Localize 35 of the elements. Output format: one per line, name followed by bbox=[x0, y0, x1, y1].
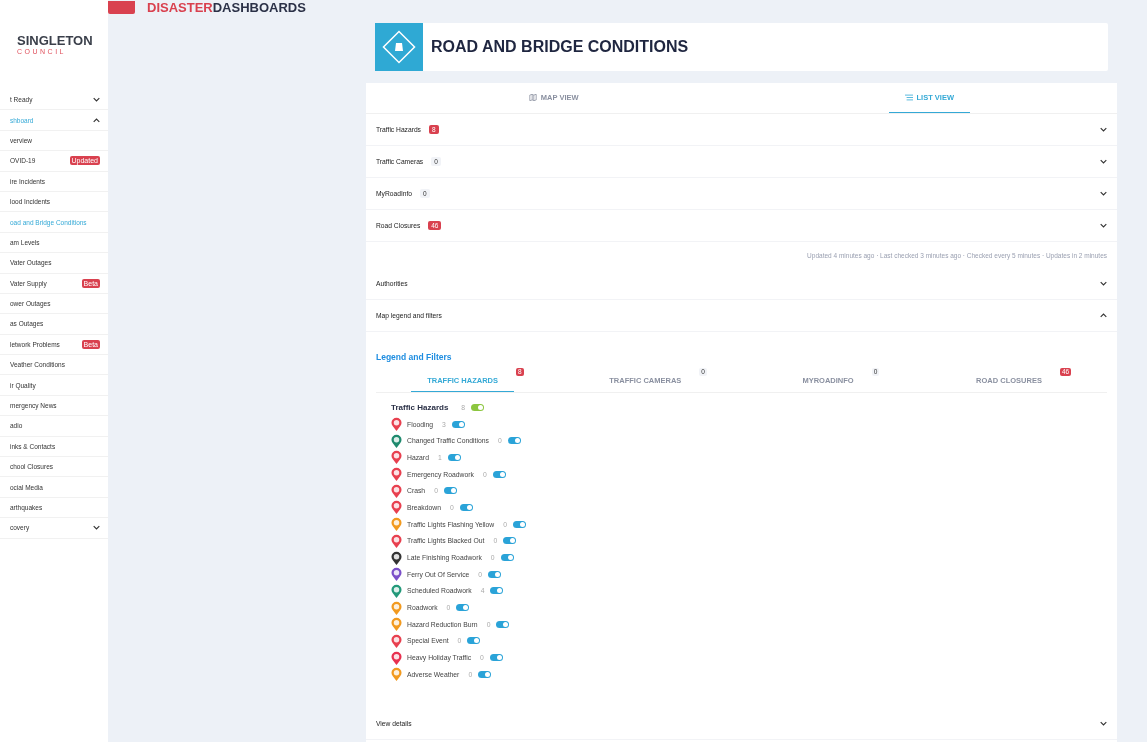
chevron-down-icon bbox=[1100, 721, 1107, 726]
toggle-switch[interactable] bbox=[500, 554, 514, 562]
toggle-switch[interactable] bbox=[478, 670, 492, 678]
toggle-switch[interactable] bbox=[496, 620, 510, 628]
toggle-switch[interactable] bbox=[451, 420, 465, 428]
toggle-switch[interactable] bbox=[459, 503, 473, 511]
chevron-down-icon bbox=[93, 525, 100, 531]
logo-name: SINGLETON bbox=[17, 33, 94, 48]
map-icon bbox=[528, 94, 537, 101]
toggle-switch[interactable] bbox=[513, 520, 527, 528]
toggle-switch[interactable] bbox=[443, 487, 457, 495]
chevron-down-icon bbox=[93, 97, 100, 103]
chevron-down-icon bbox=[1100, 223, 1107, 228]
toggle-switch[interactable] bbox=[471, 403, 485, 411]
brand-logo: DISASTERDASHBOARDS bbox=[147, 0, 306, 14]
chevron-down-icon bbox=[1100, 191, 1107, 196]
toggle-switch[interactable] bbox=[489, 654, 503, 662]
filter-group-title: Traffic Hazards bbox=[391, 402, 449, 412]
toggle-switch[interactable] bbox=[447, 453, 461, 461]
chevron-down-icon bbox=[1100, 127, 1107, 132]
list-icon bbox=[904, 94, 913, 101]
toggle-switch[interactable] bbox=[490, 587, 504, 595]
toggle-switch[interactable] bbox=[503, 537, 517, 545]
toggle-switch[interactable] bbox=[467, 637, 481, 645]
chevron-up-icon bbox=[93, 117, 100, 123]
menu-button[interactable] bbox=[108, 0, 135, 14]
toggle-switch[interactable] bbox=[492, 470, 506, 478]
chevron-down-icon bbox=[1100, 159, 1107, 164]
toggle-switch[interactable] bbox=[488, 570, 502, 578]
chevron-up-icon bbox=[1100, 313, 1107, 318]
legend-heading: Legend and Filters bbox=[376, 352, 453, 362]
chevron-down-icon bbox=[1100, 281, 1107, 286]
toggle-switch[interactable] bbox=[507, 437, 521, 445]
page-title: ROAD AND BRIDGE CONDITIONS bbox=[431, 38, 689, 56]
toggle-switch[interactable] bbox=[456, 604, 470, 612]
